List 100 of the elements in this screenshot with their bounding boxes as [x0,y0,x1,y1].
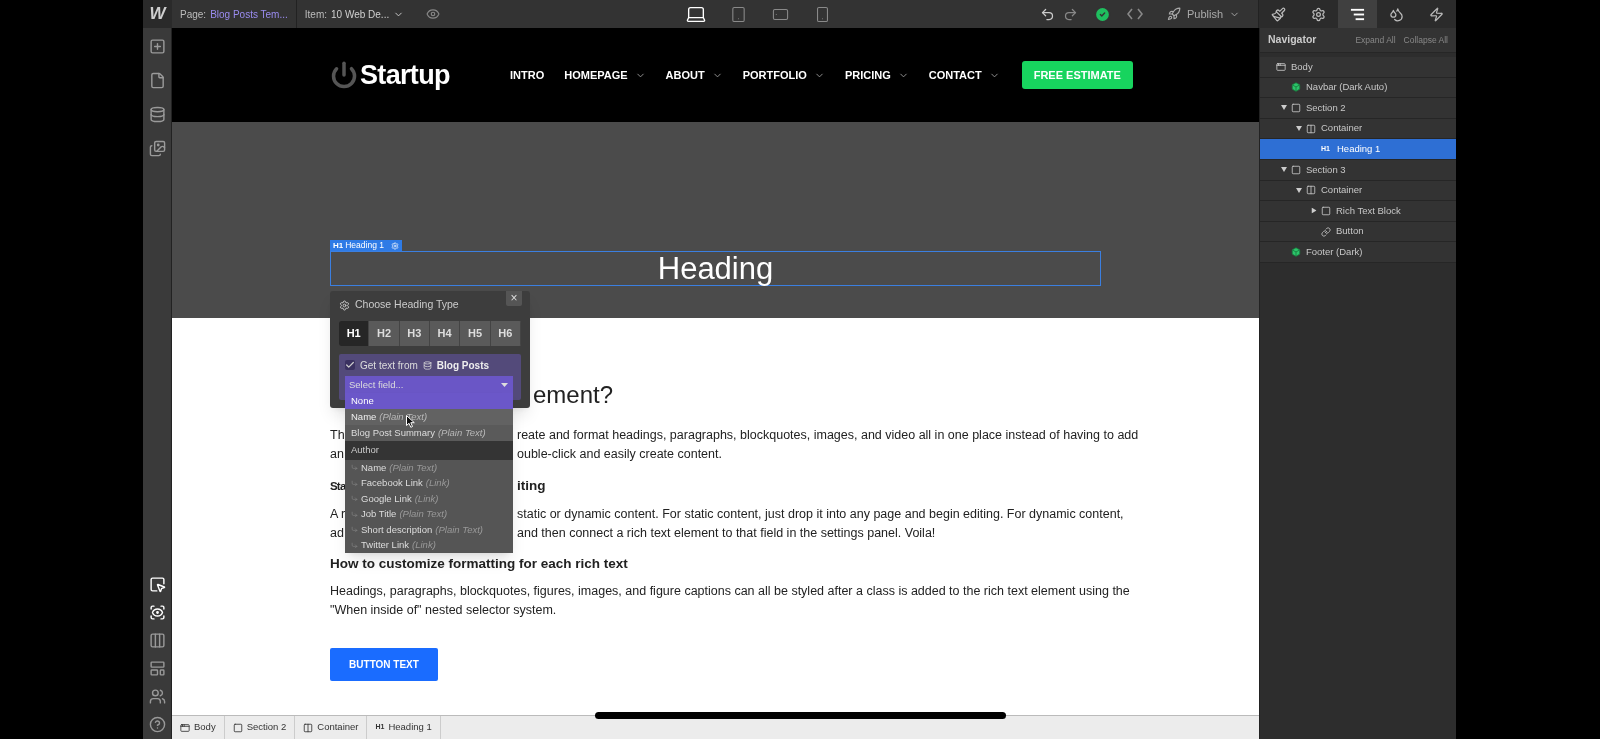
help-icon[interactable] [148,716,166,733]
nav-link[interactable]: PORTFOLIO [742,66,825,84]
field-option[interactable]: Twitter Link (Link) [361,538,436,553]
droplets-icon [1389,6,1405,22]
navigator-row[interactable]: Container [1260,180,1456,202]
breadcrumb-item[interactable]: Section 2 [224,716,296,739]
users-icon[interactable] [148,688,166,705]
tablet-icon [729,5,747,23]
navigator-row[interactable]: Navbar (Dark Auto) [1260,77,1456,99]
text-fragment: reate and format headings, paragraphs, blockquotes, images, and video all in one place instead of having to add [517,427,1139,444]
text-fragment: Th [330,428,345,442]
expanded-caret-icon[interactable] [1281,105,1287,111]
item-dropdown[interactable]: 10 Web De... [331,6,405,22]
text-fragment: an [330,447,344,461]
symbol-icon [1291,247,1301,258]
text-fragment: static or dynamic content. For static content, just drop it into any page and begin editing. For dynamic content, [517,506,1124,523]
expanded-caret-icon[interactable] [1296,126,1302,132]
heading-level-tab[interactable]: H4 [430,321,461,346]
redo-icon[interactable] [1062,6,1078,22]
heading-box[interactable]: Heading [330,251,1101,286]
navigator-row[interactable]: Body [1260,57,1456,78]
heading-level-tab[interactable]: H6 [490,321,521,346]
breadcrumb-item[interactable]: Body [172,716,225,739]
power-logo-icon [330,61,358,89]
columns-icon[interactable] [148,632,166,649]
nested-arrow-icon [351,510,358,518]
field-option[interactable]: Name (Plain Text) [345,409,513,425]
field-option[interactable]: Name (Plain Text) [361,460,438,475]
rocket-icon [1166,7,1181,21]
undo-icon[interactable] [1039,6,1055,22]
text-fragment: and then connect a rich text element to that field in the settings panel. Voila! [517,525,936,542]
collapsed-caret-icon[interactable] [1311,207,1317,214]
section-icon [1291,103,1301,113]
layout-icon[interactable] [148,660,166,677]
publish-button[interactable]: Publish [1156,0,1250,28]
bind-checkbox[interactable] [345,360,355,370]
heading-level-tab[interactable]: H3 [399,321,430,346]
subheading: How to customize formatting for each rich text [330,555,629,573]
body-icon [1276,61,1286,72]
field-select[interactable]: Select field... [345,376,513,393]
navigator-row[interactable]: Rich Text Block [1260,201,1456,222]
nav-link[interactable]: INTRO [510,66,545,84]
gear-icon [1310,6,1326,22]
nav-link[interactable]: ABOUT [665,66,723,84]
navigator-row[interactable]: Footer (Dark) [1260,242,1456,263]
expand-all-link[interactable]: Expand All [1355,33,1396,47]
navigator-tab[interactable] [1337,0,1378,28]
text-fragment: ouble-click and easily create content. [517,446,722,463]
container-icon [1306,123,1316,134]
field-option[interactable]: Blog Post Summary (Plain Text) [345,425,513,441]
add-icon[interactable] [148,38,166,55]
field-option[interactable]: Facebook Link (Link) [361,476,450,491]
navigator-row[interactable]: Section 3 [1260,159,1456,181]
section-icon [1291,164,1301,175]
cta-button[interactable]: BUTTON TEXT [330,648,438,681]
dashed-eye-icon[interactable] [148,604,166,621]
field-option[interactable]: None [345,393,513,409]
database-icon[interactable] [148,106,166,123]
heading-level-tab[interactable]: H2 [369,321,400,346]
text-fragment: A r [330,507,346,521]
paragraph: Headings, paragraphs, blockquotes, figures, images, and figure captions can all be styled after a class is added to the rich text element using the "When inside of" nested selector system. [330,583,1130,619]
preview-icon[interactable] [426,7,441,21]
navigator-row[interactable]: Section 2 [1260,98,1456,119]
close-button[interactable]: × [506,291,522,306]
nested-arrow-icon [351,541,358,549]
field-option[interactable]: Short description (Plain Text) [361,522,483,537]
collapse-all-link[interactable]: Collapse All [1403,33,1448,47]
symbol-icon [1291,82,1301,93]
saved-check-icon [1093,5,1111,23]
field-option[interactable]: Google Link (Link) [361,491,439,506]
field-option[interactable]: Job Title (Plain Text) [361,507,448,522]
expanded-caret-icon[interactable] [1296,187,1302,193]
heading-level-tab[interactable]: H1 [339,321,370,346]
navigator-row[interactable]: Container [1260,118,1456,140]
lightning-icon [1428,6,1444,22]
section-icon [232,722,243,733]
gear-icon [339,299,350,311]
breadcrumb-item[interactable]: Container [295,716,368,739]
element-tag[interactable]: H1 Heading 1 [330,240,402,251]
page-icon[interactable] [148,72,166,89]
popup-title: Choose Heading Type [355,297,459,313]
heading-level-tab[interactable]: H5 [460,321,491,346]
container-icon [1306,185,1316,196]
nav-link[interactable]: PRICING [844,66,909,84]
text-fragment: ad [330,526,344,540]
bind-label: Get text from [360,358,418,373]
code-icon[interactable] [1126,7,1143,21]
option-group-header: Author [345,441,513,460]
expanded-caret-icon[interactable] [1281,167,1287,173]
container-icon [303,722,314,733]
navigator-row[interactable]: Button [1260,221,1456,243]
select-icon[interactable] [148,576,166,593]
page-link[interactable]: Blog Posts Tem... [210,6,288,22]
nav-link[interactable]: HOMEPAGE [564,66,646,84]
site-logo[interactable]: Startup [360,54,450,96]
images-icon[interactable] [148,140,166,157]
nested-arrow-icon [351,495,358,503]
nested-arrow-icon [351,526,358,534]
nav-link[interactable]: CONTACT [928,66,1000,84]
link-icon [1321,226,1331,237]
